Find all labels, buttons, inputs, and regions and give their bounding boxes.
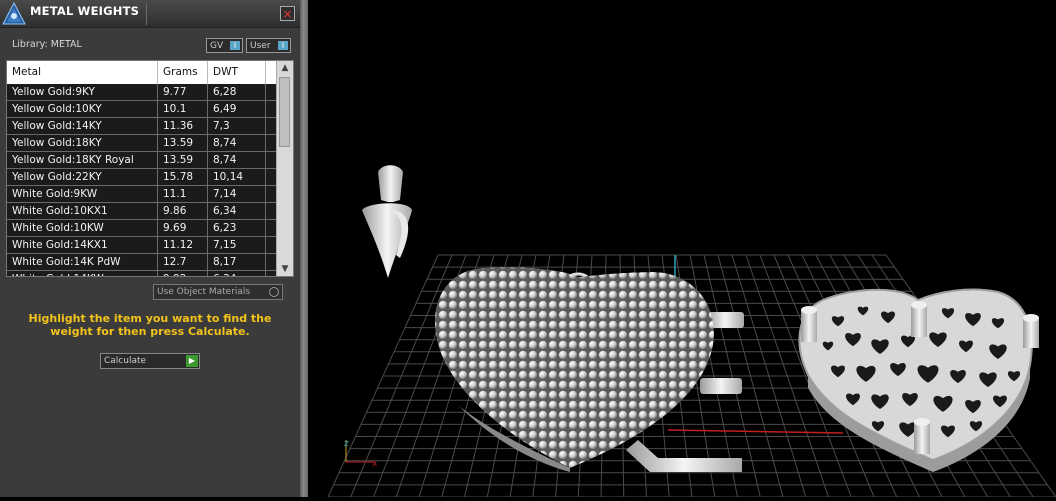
table-row[interactable]: White Gold:9KW 11.1 7,14 — [7, 186, 277, 203]
library-label: Library: METAL — [12, 39, 82, 50]
user-toggle-label: User — [250, 41, 271, 51]
dwt-cell: 8,74 — [208, 152, 266, 168]
metal-cell: White Gold:14KW — [7, 271, 158, 276]
chevron-down-icon[interactable]: ▼ — [277, 262, 293, 276]
gv-toggle-label: GV — [210, 41, 224, 51]
close-icon: × — [282, 7, 293, 21]
use-object-materials-option[interactable]: Use Object Materials — [153, 284, 283, 300]
dwt-cell: 8,17 — [208, 254, 266, 270]
grams-cell: 13.59 — [158, 135, 208, 151]
table-row[interactable]: Yellow Gold:14KY 11.36 7,3 — [7, 118, 277, 135]
panel-titlebar: METAL WEIGHTS × — [0, 0, 300, 28]
grams-cell: 11.36 — [158, 118, 208, 134]
table-row[interactable]: White Gold:14KW9.926,34 — [7, 271, 277, 276]
table-row[interactable]: White Gold:14K PdW 12.7 8,17 — [7, 254, 277, 271]
dwt-cell: 6,23 — [208, 220, 266, 236]
metal-cell: Yellow Gold:18KY — [7, 135, 158, 151]
pierced-heart-object — [798, 288, 1039, 472]
dwt-cell: 6,34 — [208, 203, 266, 219]
toggle-knob-icon: I — [230, 41, 240, 50]
dwt-cell: 10,14 — [208, 169, 266, 185]
3d-viewport[interactable]: x z — [308, 0, 1056, 498]
metal-cell: Yellow Gold:18KY Royal — [7, 152, 158, 168]
metal-cell: White Gold:14KX1 — [7, 237, 158, 253]
table-row[interactable]: Yellow Gold:22KY 15.78 10,14 — [7, 169, 277, 186]
metal-weights-panel: METAL WEIGHTS × Library: METAL GV I User… — [0, 0, 300, 497]
x-axis-line — [667, 429, 844, 434]
user-toggle[interactable]: User I — [246, 38, 291, 53]
grams-cell: 9.69 — [158, 220, 208, 236]
play-arrow-icon: ▶ — [186, 355, 198, 367]
chevron-up-icon[interactable]: ▲ — [277, 61, 293, 75]
title-divider — [146, 3, 147, 25]
dwt-cell: 8,74 — [208, 135, 266, 151]
table-row[interactable]: White Gold:10KX1 9.86 6,34 — [7, 203, 277, 220]
dwt-cell: 7,14 — [208, 186, 266, 202]
instruction-hint: Highlight the item you want to find the … — [28, 312, 272, 338]
grams-cell: 10.1 — [158, 101, 208, 117]
pointer-object — [362, 165, 412, 278]
table-row[interactable]: White Gold:14KX1 11.12 7,15 — [7, 237, 277, 254]
axis-z-label: z — [344, 439, 349, 449]
table-row[interactable]: Yellow Gold:10KY 10.1 6,49 — [7, 101, 277, 118]
table-scrollbar[interactable]: ▲ ▼ — [276, 61, 293, 276]
dwt-cell: 6,34 — [208, 271, 266, 276]
viewport-scene: x z — [327, 165, 1056, 498]
axis-x-label: x — [372, 459, 378, 469]
column-header-grams[interactable]: Grams — [158, 61, 208, 84]
metal-cell: Yellow Gold:14KY — [7, 118, 158, 134]
grams-cell: 13.59 — [158, 152, 208, 168]
metal-cell: White Gold:10KW — [7, 220, 158, 236]
metal-cell: Yellow Gold:10KY — [7, 101, 158, 117]
grams-cell: 11.1 — [158, 186, 208, 202]
metal-cell: White Gold:9KW — [7, 186, 158, 202]
metal-table: Metal Grams DWT Yellow Gold:9KY 9.77 6,28 Y… — [6, 60, 294, 277]
grams-cell: 9.86 — [158, 203, 208, 219]
table-row[interactable]: Yellow Gold:18KY Royal 13.59 8,74 — [7, 152, 277, 169]
calculate-label: Calculate — [104, 356, 147, 366]
column-header-dwt[interactable]: DWT — [208, 61, 266, 84]
gv-toggle[interactable]: GV I — [206, 38, 243, 53]
table-row[interactable]: Yellow Gold:9KY 9.77 6,28 — [7, 84, 277, 101]
panel-splitter[interactable] — [300, 0, 308, 497]
grams-cell: 15.78 — [158, 169, 208, 185]
table-body: Yellow Gold:9KY 9.77 6,28 Yellow Gold:10KY 1… — [7, 84, 277, 276]
toggle-knob-icon: I — [278, 41, 288, 50]
table-row[interactable]: White Gold:10KW 9.69 6,23 — [7, 220, 277, 237]
table-row[interactable]: Yellow Gold:18KY 13.59 8,74 — [7, 135, 277, 152]
beaded-heart-object — [434, 267, 714, 472]
metal-cell: Yellow Gold:9KY — [7, 84, 158, 100]
grams-cell: 11.12 — [158, 237, 208, 253]
dwt-cell: 7,15 — [208, 237, 266, 253]
use-object-materials-label: Use Object Materials — [157, 287, 251, 297]
panel-title: METAL WEIGHTS — [30, 4, 140, 18]
triangle-logo-icon — [2, 2, 26, 25]
calculate-button[interactable]: Calculate ▶ — [100, 353, 200, 369]
metal-cell: White Gold:10KX1 — [7, 203, 158, 219]
column-header-metal[interactable]: Metal — [7, 61, 158, 84]
scroll-thumb[interactable] — [279, 77, 290, 147]
radio-circle-icon — [269, 287, 279, 297]
dwt-cell: 6,28 — [208, 84, 266, 100]
grams-cell: 9.92 — [158, 271, 208, 276]
metal-cell: Yellow Gold:22KY — [7, 169, 158, 185]
close-button[interactable]: × — [280, 6, 295, 21]
metal-cell: White Gold:14K PdW — [7, 254, 158, 270]
grams-cell: 9.77 — [158, 84, 208, 100]
table-header: Metal Grams DWT — [7, 61, 277, 84]
grams-cell: 12.7 — [158, 254, 208, 270]
dwt-cell: 7,3 — [208, 118, 266, 134]
dwt-cell: 6,49 — [208, 101, 266, 117]
